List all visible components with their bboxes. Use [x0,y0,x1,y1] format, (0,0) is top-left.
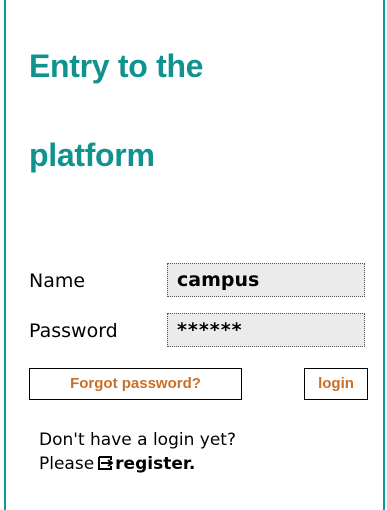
password-input[interactable] [167,313,365,347]
login-button[interactable]: login [304,368,368,400]
forgot-password-button[interactable]: Forgot password? [29,368,242,400]
register-question: Don't have a login yet? [39,430,236,450]
arrow-right-box-icon[interactable] [97,455,114,471]
register-please-text: Please [39,454,95,474]
name-input[interactable] [167,263,365,297]
page-title: Entry to the platform [29,22,369,200]
register-link[interactable]: register. [115,454,195,474]
title-line-2: platform [29,137,155,173]
name-label: Name [29,270,86,292]
title-line-1: Entry to the [29,48,204,84]
password-label: Password [29,320,118,342]
register-prompt: Don't have a login yet? Please register. [39,428,369,476]
login-panel: Entry to the platform Name Password Forg… [4,0,385,510]
register-line: Please register. [39,452,369,476]
